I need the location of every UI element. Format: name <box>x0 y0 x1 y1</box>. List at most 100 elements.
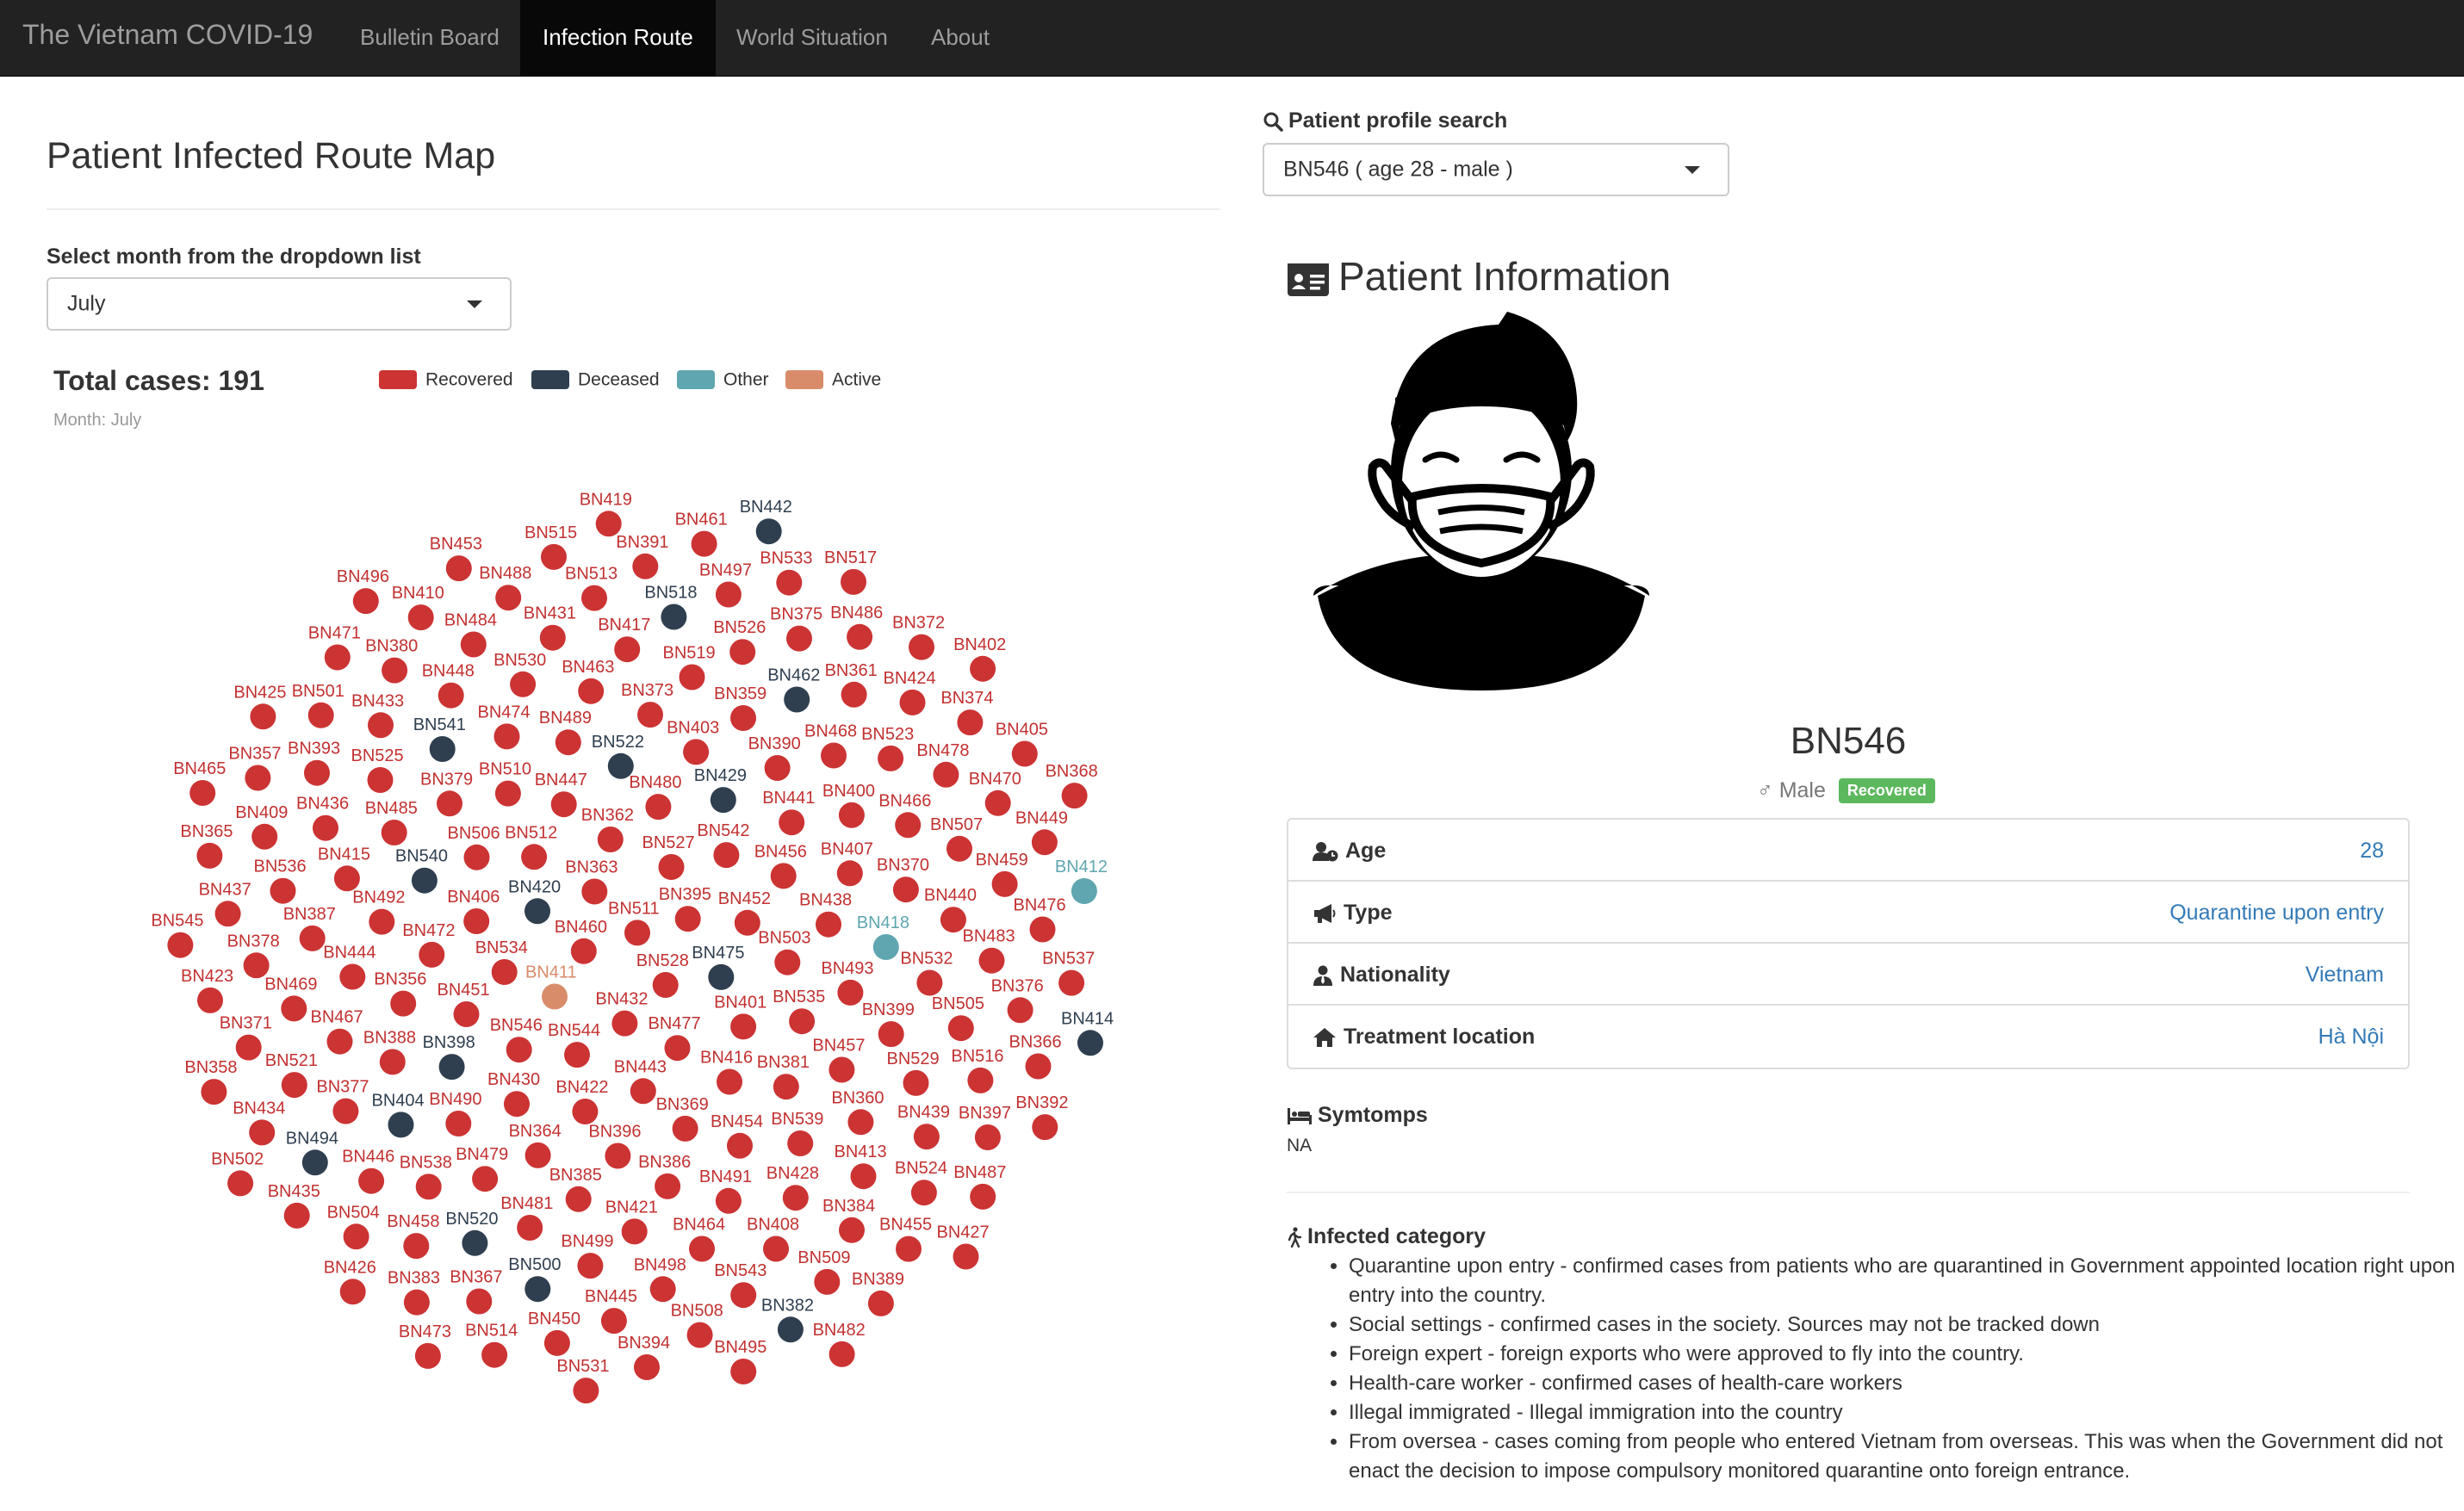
patient-node[interactable] <box>909 634 934 660</box>
patient-node[interactable] <box>679 664 705 690</box>
patient-node[interactable] <box>555 729 581 756</box>
patient-node[interactable] <box>878 745 904 771</box>
patient-node[interactable] <box>517 1215 543 1241</box>
patient-node[interactable] <box>414 1342 441 1369</box>
patient-node[interactable] <box>782 1185 809 1211</box>
patient-node[interactable] <box>1025 1053 1052 1080</box>
patient-node[interactable] <box>691 530 717 557</box>
patient-node[interactable] <box>491 959 518 985</box>
patient-node[interactable] <box>717 1068 742 1095</box>
patient-node[interactable] <box>578 678 605 704</box>
month-select[interactable]: July <box>47 277 512 331</box>
patient-node[interactable] <box>903 1069 929 1096</box>
patient-node[interactable] <box>270 877 296 904</box>
patient-node[interactable] <box>953 1243 979 1270</box>
patient-node[interactable] <box>634 1354 660 1380</box>
patient-node[interactable] <box>472 1166 499 1192</box>
patient-node[interactable] <box>916 969 943 996</box>
patient-node[interactable] <box>339 1279 366 1305</box>
patient-node[interactable] <box>686 1322 713 1348</box>
patient-node[interactable] <box>403 1233 430 1260</box>
patient-node[interactable] <box>573 1378 599 1404</box>
patient-node[interactable] <box>250 703 276 730</box>
patient-node[interactable] <box>821 742 847 769</box>
patient-node[interactable] <box>729 639 756 666</box>
patient-node[interactable] <box>850 1163 877 1190</box>
patient-node[interactable] <box>946 835 972 862</box>
patient-node[interactable] <box>227 1170 254 1197</box>
patient-node[interactable] <box>1029 916 1056 943</box>
patient-node[interactable] <box>978 947 1005 974</box>
nav-infection-route[interactable]: Infection Route <box>520 0 716 76</box>
patient-node[interactable] <box>910 1180 937 1206</box>
patient-node[interactable] <box>189 780 216 806</box>
patient-node[interactable] <box>493 723 520 750</box>
patient-node[interactable] <box>524 1142 551 1168</box>
patient-node[interactable] <box>847 623 873 650</box>
patient-node[interactable] <box>299 925 326 951</box>
nav-world-situation[interactable]: World Situation <box>714 0 910 76</box>
patient-node[interactable] <box>419 941 445 968</box>
patient-node[interactable] <box>281 995 307 1022</box>
patient-node[interactable] <box>581 585 607 611</box>
patient-node[interactable] <box>1031 829 1058 856</box>
patient-node[interactable] <box>541 543 567 570</box>
patient-node[interactable] <box>755 518 782 545</box>
patient-node[interactable] <box>730 1282 757 1309</box>
patient-node[interactable] <box>878 1021 904 1048</box>
patient-node[interactable] <box>913 1124 940 1150</box>
nav-bulletin-board[interactable]: Bulletin Board <box>338 0 522 76</box>
patient-node[interactable] <box>713 842 740 869</box>
patient-node[interactable] <box>734 909 760 936</box>
patient-node[interactable] <box>339 963 366 990</box>
patient-node[interactable] <box>600 1308 627 1335</box>
patient-node[interactable] <box>730 1359 757 1384</box>
infection-network-graph[interactable]: BN511 BN528 BN460 BN395 BN432 BN363 BN475 BN411… <box>0 465 1223 1498</box>
nav-about[interactable]: About <box>909 0 1012 76</box>
patient-node[interactable] <box>381 820 407 845</box>
patient-node[interactable] <box>974 1124 1001 1150</box>
patient-node[interactable] <box>649 1276 676 1303</box>
patient-node[interactable] <box>235 1034 262 1061</box>
patient-node[interactable] <box>333 865 360 892</box>
patient-node[interactable] <box>304 759 330 786</box>
patient-node[interactable] <box>510 671 537 697</box>
patient-node[interactable] <box>715 1187 742 1214</box>
patient-node[interactable] <box>388 1112 414 1138</box>
patient-node[interactable] <box>1061 783 1088 809</box>
patient-node[interactable] <box>991 870 1018 897</box>
patient-node[interactable] <box>763 1235 789 1262</box>
patient-node[interactable] <box>581 878 608 905</box>
patient-node[interactable] <box>776 569 803 596</box>
patient-node[interactable] <box>445 1111 472 1136</box>
patient-node[interactable] <box>947 1015 974 1042</box>
patient-node[interactable] <box>774 949 801 975</box>
patient-node[interactable] <box>770 863 797 889</box>
patient-node[interactable] <box>281 1072 307 1099</box>
patient-node[interactable] <box>463 844 490 870</box>
patient-node[interactable] <box>841 681 867 708</box>
patient-node[interactable] <box>1071 878 1097 904</box>
patient-node[interactable] <box>463 908 490 934</box>
patient-node[interactable] <box>847 1109 874 1136</box>
patient-node[interactable] <box>814 1268 841 1295</box>
patient-node[interactable] <box>382 657 408 684</box>
patient-node[interactable] <box>957 709 984 736</box>
patient-node[interactable] <box>779 809 805 836</box>
patient-node[interactable] <box>368 712 394 739</box>
patient-node[interactable] <box>324 644 351 671</box>
patient-node[interactable] <box>710 787 736 814</box>
patient-node[interactable] <box>570 938 597 964</box>
patient-node[interactable] <box>367 767 394 793</box>
patient-node[interactable] <box>630 1078 656 1105</box>
patient-node[interactable] <box>1007 997 1033 1024</box>
patient-node[interactable] <box>369 908 395 935</box>
patient-node[interactable] <box>621 1218 648 1245</box>
patient-node[interactable] <box>727 1132 753 1159</box>
patient-node[interactable] <box>674 906 701 932</box>
patient-node[interactable] <box>970 655 996 682</box>
patient-node[interactable] <box>967 1067 994 1093</box>
patient-node[interactable] <box>524 898 550 925</box>
patient-node[interactable] <box>786 625 812 652</box>
patient-node[interactable] <box>777 1316 804 1343</box>
